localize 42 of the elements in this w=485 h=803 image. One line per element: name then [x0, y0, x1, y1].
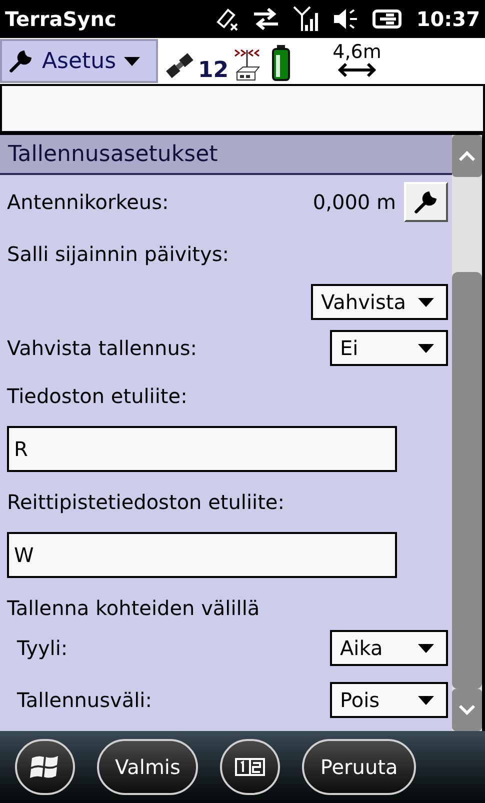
accuracy-value: 4,6m — [332, 42, 382, 62]
gps-off-icon — [214, 6, 240, 32]
dropdown[interactable]: Aika — [330, 630, 448, 666]
setting-label: Antennikorkeus: — [7, 189, 169, 216]
section-dropdown[interactable]: Asetus — [0, 39, 158, 83]
scrollbar[interactable] — [452, 135, 482, 731]
windows-logo-icon — [30, 753, 60, 781]
battery-charging-icon — [372, 8, 404, 30]
dropdown[interactable]: Pois — [330, 682, 448, 718]
setting-label: Tyyli: — [17, 635, 68, 662]
setting-label: Vahvista tallennus: — [7, 335, 198, 362]
setting-label: Tiedoston etuliite: — [7, 383, 188, 410]
dropdown[interactable]: Ei — [330, 330, 448, 366]
caret-icon — [418, 344, 434, 352]
clock: 10:37 — [416, 6, 480, 33]
scroll-up-icon — [458, 150, 476, 162]
app-title: TerraSync — [5, 6, 118, 33]
signal-icon — [292, 5, 320, 33]
input-panel-icon — [235, 758, 266, 776]
caret-icon — [418, 644, 434, 652]
edit-button[interactable] — [404, 182, 448, 222]
input-field[interactable]: W — [7, 532, 397, 578]
wrench-icon — [413, 189, 439, 215]
caret-icon — [418, 298, 434, 306]
satellite-count: 12 — [198, 60, 229, 82]
softkey-button[interactable]: Peruuta — [302, 739, 416, 795]
input-field[interactable]: R — [7, 426, 397, 472]
battery-icon — [270, 44, 291, 82]
data-transfer-icon — [252, 7, 280, 31]
panel-header: Tallennusasetukset — [0, 135, 452, 175]
caret-icon — [418, 696, 434, 704]
setting-label: Tallennusväli: — [17, 687, 152, 714]
setting-label: Tallenna kohteiden välillä — [7, 595, 260, 622]
double-arrow-icon — [338, 62, 376, 78]
softkey-button[interactable]: Valmis — [97, 739, 198, 795]
wrench-icon — [8, 48, 34, 74]
dropdown[interactable]: Vahvista — [311, 284, 448, 320]
setting-label: Salli sijainnin päivitys: — [7, 241, 230, 268]
scroll-down-icon — [458, 704, 476, 716]
caret-icon — [124, 56, 140, 66]
setting-value: 0,000 m — [312, 189, 396, 216]
setting-label: Reittipistetiedoston etuliite: — [7, 489, 284, 516]
